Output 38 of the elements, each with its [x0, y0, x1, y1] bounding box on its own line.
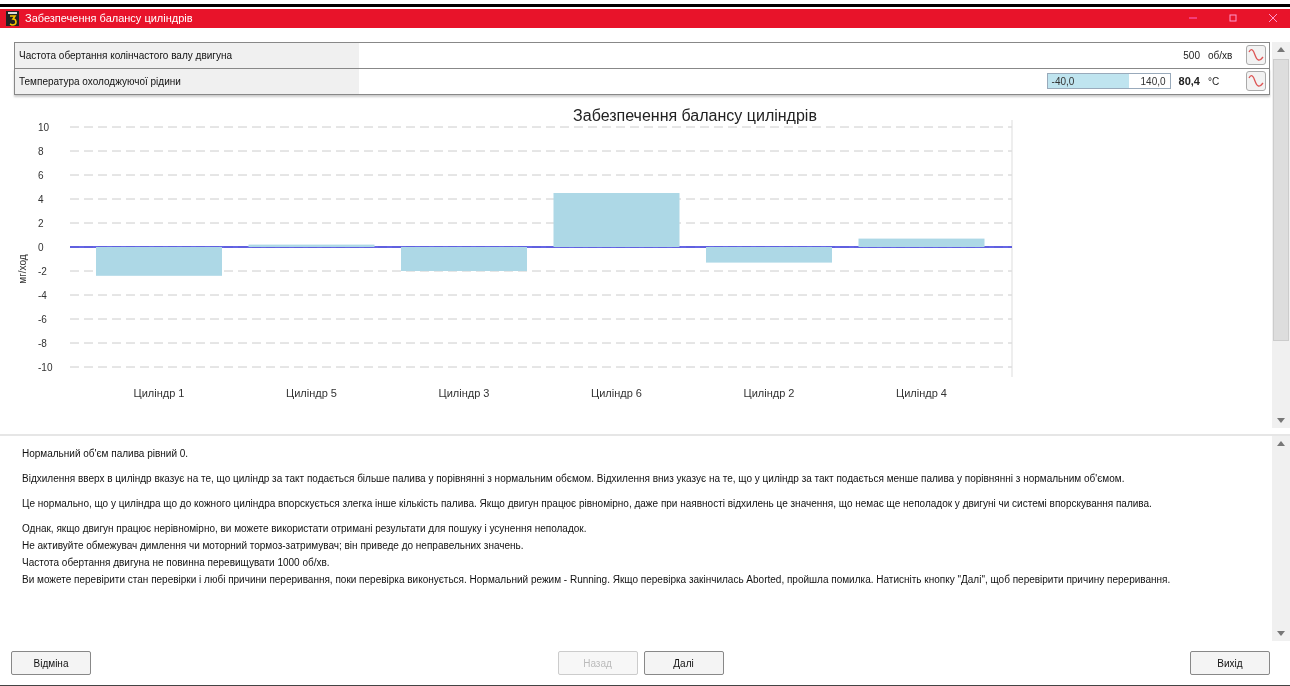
- range-max: 140,0: [1140, 75, 1166, 87]
- range-min: -40,0: [1051, 75, 1075, 87]
- info-paragraph: Відхилення вверх в циліндр вказує на те, що циліндр за такт подається більше палива у порівнянні з нормальним обємом. Відхилення вниз указує на те, що у циліндр за такт подається менше палива у порівнянні з нормальним об'ємом.: [22, 472, 1126, 484]
- parameter-label: Частота обертання колінчастого валу двигуна: [15, 42, 359, 68]
- y-tick-label: -10: [38, 361, 53, 373]
- x-category-label: Циліндр 2: [743, 386, 795, 399]
- y-tick-label: -4: [38, 289, 47, 301]
- info-paragraph: Однак, якщо двигун працює нерівномірно, ви можете використати отримані результати для пошуку і усунення неполадок.: [22, 522, 588, 534]
- button[interactable]: Відміна: [11, 651, 91, 676]
- x-category-label: Циліндр 5: [286, 386, 337, 399]
- button[interactable]: Далі: [643, 651, 724, 676]
- y-tick-label: -8: [38, 337, 47, 349]
- x-category-label: Циліндр 3: [438, 386, 490, 399]
- info-paragraph: Не активуйте обмежувач димлення чи моторний тормоз-затримувач; він приведе до неправельних значень.: [22, 539, 525, 551]
- y-tick-label: 2: [38, 217, 44, 229]
- parameter-unit: °C: [1208, 75, 1221, 87]
- x-category-label: Циліндр 1: [133, 386, 185, 399]
- parameter-value: 500: [1183, 49, 1200, 61]
- y-tick-label: 6: [38, 169, 44, 181]
- info-paragraph: Ви можете перевірити стан перевірки і любі причини переривання, поки перевірка виконується. Нормальний режим - Running. Якщо перевірка закінчилась Aborted, пройшла помилка. Натисніть кнопку "Далі", щоб перевірити причину переривання.: [22, 573, 1172, 585]
- window-title: Забезпечення балансу циліндрів: [25, 12, 194, 25]
- parameter-unit: об/хв: [1208, 49, 1234, 61]
- y-tick-label: -6: [38, 313, 47, 325]
- button[interactable]: Вихід: [1190, 651, 1270, 676]
- info-paragraph: Це нормально, що у циліндра що до кожного циліндра впорскується злегка інше кількість палива. Якщо двигун працює рівномірно, даже при наявності відхилень це значення, що немає ще неполадок у двигуні чи системі впорскування палива.: [22, 497, 1153, 509]
- y-tick-label: -2: [38, 265, 47, 277]
- y-tick-label: 10: [38, 121, 50, 133]
- x-category-label: Циліндр 6: [591, 386, 642, 399]
- info-paragraph: Частота обертання двигуна не повинна перевищувати 1000 об/хв.: [22, 556, 331, 568]
- info-paragraph: Нормальний об'єм палива рівний 0.: [22, 447, 190, 459]
- x-category-label: Циліндр 4: [896, 386, 947, 399]
- y-tick-label: 0: [38, 241, 44, 253]
- y-tick-label: 4: [38, 193, 44, 205]
- y-axis-label: мг/ход: [17, 254, 28, 284]
- chart-title: Забезпечення балансу циліндрів: [573, 106, 817, 124]
- parameter-value: 80,4: [1178, 75, 1200, 88]
- y-tick-label: 8: [38, 145, 44, 157]
- parameter-label: Температура охолоджуючої рідини: [15, 68, 359, 94]
